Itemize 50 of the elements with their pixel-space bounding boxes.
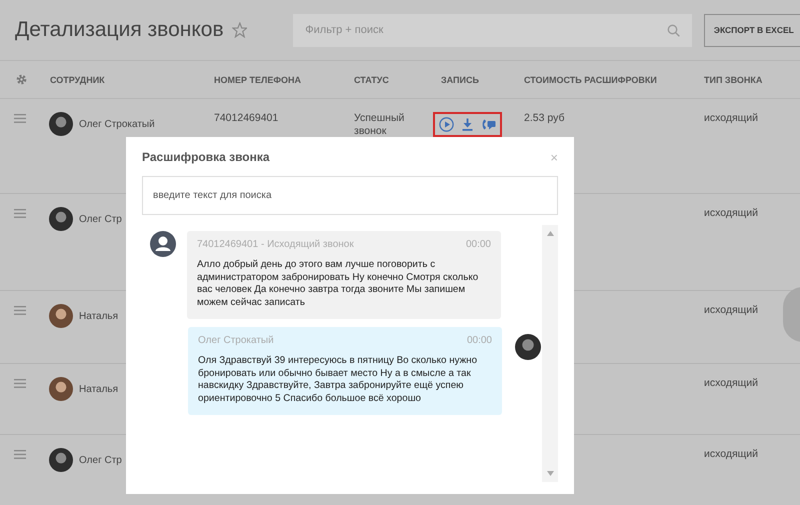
- column-header: СОТРУДНИК: [49, 74, 106, 84]
- call-type: исходящий: [703, 377, 760, 391]
- employee-name: Олег Стр: [79, 454, 122, 466]
- drag-handle-icon[interactable]: [14, 209, 26, 218]
- settings-icon[interactable]: [15, 73, 28, 86]
- avatar-photo-placeholder: [49, 448, 73, 472]
- avatar-photo-placeholder: [515, 334, 541, 360]
- modal-title: Расшифровка звонка: [142, 150, 270, 164]
- message-text: Оля Здравствуй 39 интересуюсь в пятницу Во сколько нужно бронировать или обычно бывает место Ну а в смысле а так навскидку Здравствуйте, Завтра забронируйте ещё успею ориентировочно 5 Спасибо большое всё хорошо: [198, 355, 478, 405]
- download-icon[interactable]: [462, 118, 473, 131]
- transcription-cost: 2.53 руб: [523, 112, 566, 126]
- drag-handle-icon[interactable]: [14, 114, 26, 123]
- call-type: исходящий: [703, 207, 760, 221]
- column-header: ТИП ЗВОНКА: [703, 74, 764, 84]
- avatar-photo-placeholder: [49, 207, 73, 231]
- phone-number: 74012469401: [213, 112, 280, 126]
- drag-handle-icon[interactable]: [14, 450, 26, 459]
- search-icon: [666, 24, 680, 36]
- message-text: Алло добрый день до этого вам лучше поговорить с администратором забронировать Ну конечно Смотря сколько вас человек Да конечно завтра тогда звоните Мы запишем можем сейчас записать: [197, 259, 480, 309]
- scrollbar[interactable]: [542, 225, 558, 482]
- drag-handle-icon[interactable]: [14, 306, 26, 315]
- call-type: исходящий: [703, 448, 760, 462]
- call-type: исходящий: [703, 304, 760, 318]
- avatar-photo-placeholder: [49, 112, 73, 136]
- column-header: СТАТУС: [353, 74, 390, 84]
- page-title: Детализация звонков: [15, 18, 224, 42]
- column-header: СТОИМОСТЬ РАСШИФРОВКИ: [523, 74, 658, 84]
- employee-name: Олег Стр: [79, 213, 122, 225]
- drag-handle-icon[interactable]: [14, 379, 26, 388]
- message-sender: Олег Строкатый: [198, 335, 274, 346]
- employee-name: Олег Строкатый: [79, 118, 155, 130]
- play-icon[interactable]: [439, 117, 454, 132]
- avatar-photo-placeholder: [49, 304, 73, 328]
- employee-name: Наталья: [79, 310, 118, 322]
- phone-chat-icon[interactable]: [481, 118, 496, 131]
- message-time: 00:00: [466, 335, 492, 346]
- avatar-photo-placeholder: [49, 377, 73, 401]
- column-header: НОМЕР ТЕЛЕФОНА: [213, 74, 302, 84]
- search-field[interactable]: введите текст для поиска: [142, 176, 558, 215]
- export-button[interactable]: ЭКСПОРТ В EXCEL: [704, 14, 800, 46]
- column-header: ЗАПИСЬ: [440, 74, 480, 84]
- user-silhouette-icon: [150, 231, 176, 257]
- scroll-down-icon[interactable]: [546, 471, 554, 476]
- star-icon[interactable]: [232, 22, 248, 38]
- scroll-up-icon[interactable]: [546, 231, 554, 236]
- message-time: 00:00: [466, 239, 491, 250]
- call-status: Успешный звонок: [353, 112, 406, 138]
- call-type: исходящий: [703, 112, 760, 126]
- employee-name: Наталья: [79, 383, 118, 395]
- message-sender: 74012469401 - Исходящий звонок: [197, 239, 354, 250]
